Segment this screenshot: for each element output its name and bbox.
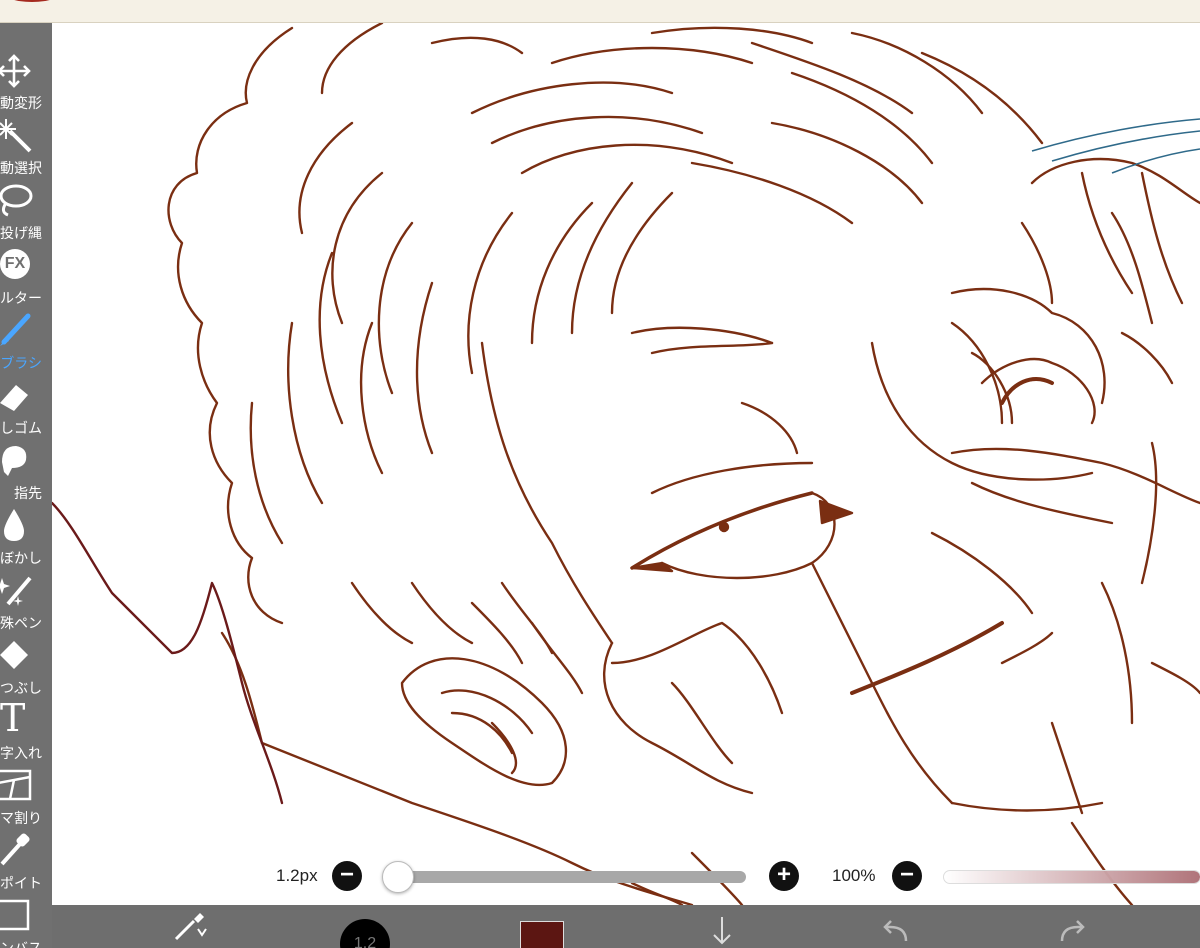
tool-label: ンバス (0, 938, 42, 948)
brush-size-badge-value: 1.2 (353, 935, 377, 948)
undo-icon[interactable] (878, 913, 914, 948)
text-glyph: T (0, 696, 26, 740)
brush-icon (0, 313, 31, 346)
minus-icon: − (899, 861, 914, 888)
fx-glyph: FX (4, 255, 26, 272)
tool-blur[interactable]: ぼかし (0, 503, 52, 568)
tool-sidebar: 動変形 動選択 投げ縄 FX ィルター ブラシ しゴム (0, 23, 52, 948)
finger-smudge-icon (2, 446, 27, 476)
tool-eyedropper[interactable]: ポイト (0, 828, 52, 893)
tool-label: 指先 (14, 486, 42, 502)
tool-label: ブラシ (0, 356, 42, 372)
brush-settings-bar: 1.2px − + 100% − (52, 855, 1200, 899)
brush-settings-icon[interactable] (170, 909, 210, 945)
tool-filter[interactable]: FX ィルター (0, 243, 52, 308)
tool-lasso[interactable]: 投げ縄 (0, 178, 52, 243)
plus-icon: + (776, 861, 791, 888)
redo-icon[interactable] (1054, 913, 1090, 948)
tool-label: しゴム (0, 421, 42, 437)
brush-opacity-value: 100% (832, 866, 876, 885)
lasso-icon (0, 184, 33, 217)
brush-size-badge[interactable]: 1.2 (340, 919, 390, 948)
eyedropper-icon (0, 833, 30, 866)
tool-label: 殊ペン (0, 616, 42, 632)
fill-bucket-icon (0, 641, 28, 669)
tool-text[interactable]: T 字入れ (0, 698, 52, 763)
brush-size-value: 1.2px (276, 866, 318, 885)
blur-drop-icon (4, 509, 24, 541)
top-bar (0, 0, 1200, 23)
bottom-toolbar: 1.2 (52, 905, 1200, 948)
tool-finger[interactable]: 指先 (0, 438, 52, 503)
line-art-drawing (52, 23, 1200, 905)
tool-move-transform[interactable]: 動変形 (0, 48, 52, 113)
tool-eraser[interactable]: しゴム (0, 373, 52, 438)
tool-label: 投げ縄 (0, 226, 42, 242)
move-transform-icon (0, 54, 31, 88)
brush-opacity-decrease-button[interactable]: − (892, 861, 922, 891)
frame-divider-icon (0, 769, 32, 801)
tool-label: ぼかし (0, 551, 42, 567)
tool-label: りつぶし (0, 681, 42, 697)
tool-frame-divider[interactable]: マ割り (0, 763, 52, 828)
special-pen-icon (0, 576, 32, 606)
tool-label: 字入れ (0, 746, 42, 762)
brush-size-slider-knob[interactable] (382, 861, 414, 893)
tool-canvas[interactable]: ンバス (0, 893, 52, 948)
layer-merge-down-icon[interactable] (704, 913, 740, 948)
tool-magic-wand[interactable]: 動選択 (0, 113, 52, 178)
tool-label: ィルター (0, 291, 42, 307)
brush-size-increase-button[interactable]: + (769, 861, 799, 891)
tool-label: ポイト (0, 876, 42, 892)
tool-brush[interactable]: ブラシ (0, 308, 52, 373)
tool-special-pen[interactable]: 殊ペン (0, 568, 52, 633)
minus-icon: − (339, 861, 354, 888)
magic-wand-icon (0, 119, 32, 153)
brush-size-decrease-button[interactable]: − (332, 861, 362, 891)
brush-opacity-slider[interactable] (943, 870, 1200, 884)
tool-label: 動選択 (0, 161, 42, 177)
avatar (14, 0, 50, 2)
color-swatch[interactable] (520, 921, 564, 948)
drawing-canvas[interactable] (52, 23, 1200, 905)
canvas-icon (0, 899, 30, 931)
tool-label: マ割り (0, 811, 42, 827)
brush-size-slider[interactable] (382, 861, 746, 893)
eraser-icon (0, 385, 28, 411)
tool-label: 動変形 (0, 96, 42, 112)
tool-fill[interactable]: りつぶし (0, 633, 52, 698)
fx-filter-icon: FX (0, 249, 30, 279)
text-tool-icon: T (0, 698, 40, 738)
